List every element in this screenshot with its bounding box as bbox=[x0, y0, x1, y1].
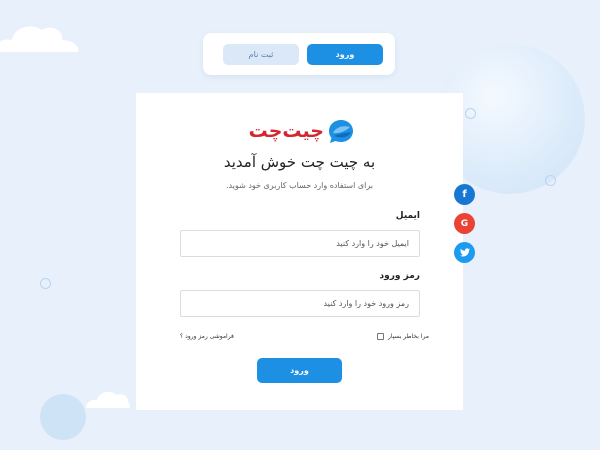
email-label: ایمیل bbox=[395, 211, 420, 221]
google-icon: G bbox=[460, 218, 469, 229]
decorative-ring bbox=[40, 278, 51, 289]
remember-label: مرا بخاطر بسپار bbox=[387, 333, 429, 340]
cloud-decoration bbox=[86, 391, 130, 408]
chat-bubble-icon bbox=[329, 120, 353, 143]
brand-name: چیت‌چت bbox=[248, 120, 324, 142]
password-label: رمز ورود bbox=[379, 271, 420, 281]
email-field[interactable] bbox=[180, 230, 420, 257]
google-button[interactable]: G bbox=[454, 213, 475, 234]
facebook-button[interactable]: f bbox=[454, 184, 475, 205]
cloud-decoration bbox=[0, 26, 79, 52]
welcome-subtitle: برای استفاده وارد حساب کاربری خود شوید. bbox=[226, 181, 373, 190]
facebook-icon: f bbox=[462, 189, 467, 200]
twitter-button[interactable] bbox=[454, 242, 475, 263]
twitter-icon bbox=[459, 248, 470, 257]
decorative-ring bbox=[545, 175, 556, 186]
tab-signup[interactable]: ثبت نام bbox=[223, 44, 299, 65]
remember-checkbox[interactable] bbox=[376, 333, 384, 340]
password-field[interactable] bbox=[180, 290, 420, 317]
decorative-bubble bbox=[40, 394, 86, 440]
tab-login[interactable]: ورود bbox=[307, 44, 383, 65]
auth-tab-switch: ثبت نام ورود bbox=[203, 33, 395, 75]
forgot-password-link[interactable]: فراموشی رمز ورود ؟ bbox=[180, 333, 234, 340]
remember-me[interactable]: مرا بخاطر بسپار bbox=[376, 333, 429, 340]
decorative-ring bbox=[465, 108, 476, 119]
login-submit-button[interactable]: ورود bbox=[257, 358, 342, 383]
welcome-title: به چیت چت خوش آمدید bbox=[223, 153, 376, 171]
brand-logo: چیت‌چت bbox=[243, 117, 359, 145]
login-card: چیت‌چت به چیت چت خوش آمدید برای استفاده … bbox=[136, 93, 463, 410]
